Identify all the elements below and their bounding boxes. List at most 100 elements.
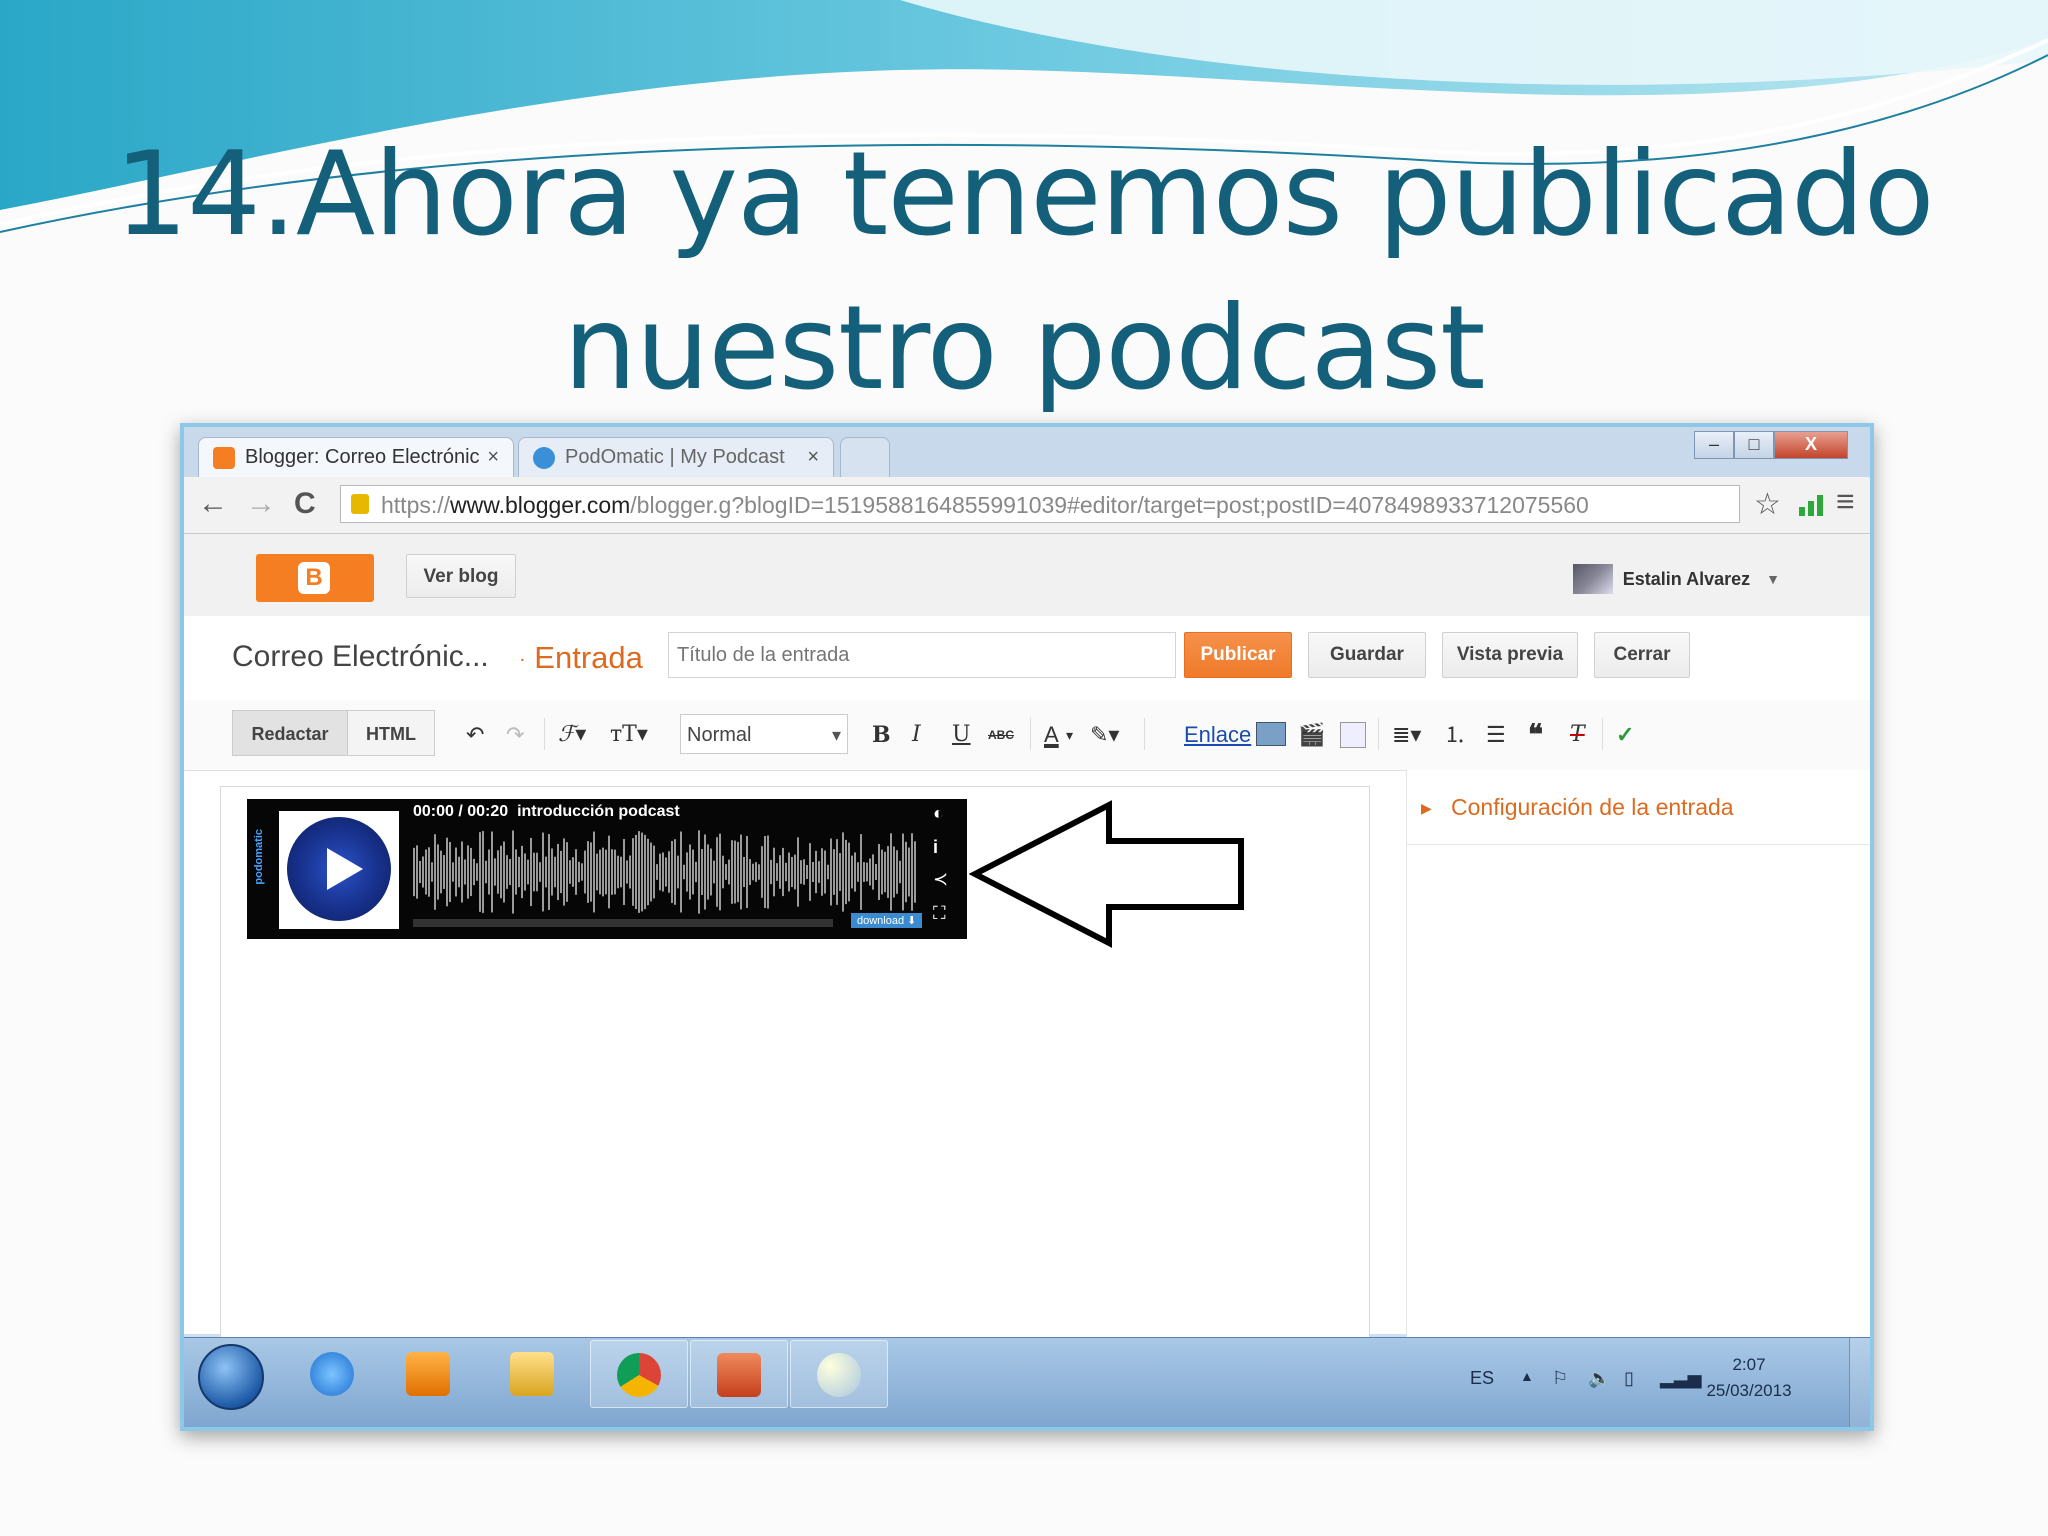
waveform-bar: [473, 858, 475, 886]
divider: [1378, 718, 1379, 750]
blog-name[interactable]: Correo Electrónic...: [232, 640, 489, 674]
tab-blogger[interactable]: Blogger: Correo Electrónic ×: [198, 437, 514, 477]
maximize-button[interactable]: □: [1734, 431, 1774, 459]
waveform-bar: [488, 849, 490, 895]
explorer-taskbar-item[interactable]: [484, 1340, 580, 1406]
bold-button[interactable]: B: [872, 722, 891, 748]
view-blog-button[interactable]: Ver blog: [406, 554, 516, 598]
close-tab-icon[interactable]: ×: [487, 446, 499, 469]
insert-jump-break-icon[interactable]: [1340, 722, 1366, 748]
close-window-button[interactable]: X: [1774, 431, 1848, 459]
media-player-icon: [406, 1352, 450, 1396]
show-hidden-icons-icon[interactable]: ▲: [1520, 1368, 1534, 1384]
powerpoint-taskbar-item[interactable]: [690, 1340, 788, 1408]
chrome-icon: [617, 1353, 661, 1397]
forward-button[interactable]: →: [246, 487, 276, 521]
reload-button[interactable]: C: [294, 487, 316, 521]
html-mode-button[interactable]: HTML: [347, 710, 435, 756]
spellcheck-icon[interactable]: ✓: [1616, 722, 1634, 748]
bulleted-list-icon[interactable]: ☰: [1486, 722, 1506, 748]
italic-button[interactable]: I: [912, 722, 921, 748]
progress-bar[interactable]: [413, 919, 833, 927]
highlight-color-icon[interactable]: ✎▾: [1090, 722, 1119, 748]
remove-format-icon[interactable]: T: [1570, 722, 1585, 748]
action-center-flag-icon[interactable]: ⚐: [1552, 1368, 1568, 1389]
quote-icon[interactable]: ❝: [1528, 721, 1543, 749]
waveform-bar: [713, 860, 715, 884]
waveform-bar: [425, 849, 427, 895]
numbered-list-icon[interactable]: ⒈: [1444, 722, 1466, 748]
new-tab-button[interactable]: [840, 437, 890, 477]
blogger-logo[interactable]: B: [256, 554, 374, 602]
waveform-bar: [536, 852, 538, 892]
share-icon[interactable]: ≺: [933, 869, 948, 890]
fullscreen-icon[interactable]: ⛶: [933, 903, 946, 924]
font-family-icon[interactable]: ℱ▾: [558, 722, 586, 748]
waveform-bar: [599, 849, 601, 895]
publish-button[interactable]: Publicar: [1184, 632, 1292, 678]
post-editor[interactable]: podomatic 00:00 / 00:20 introducción pod…: [220, 786, 1370, 1338]
close-tab-icon[interactable]: ×: [807, 446, 819, 469]
bookmark-star-icon[interactable]: ☆: [1754, 487, 1781, 522]
waveform-bar: [731, 840, 733, 904]
undo-icon[interactable]: ↶: [466, 722, 484, 748]
internet-explorer-taskbar-item[interactable]: [284, 1340, 380, 1406]
post-title-input[interactable]: [668, 632, 1176, 678]
waveform-bar: [491, 831, 493, 913]
show-desktop-button[interactable]: [1849, 1338, 1870, 1427]
waveform-bar: [770, 859, 772, 885]
waveform-bar: [686, 852, 688, 892]
waveform-bar: [893, 846, 895, 898]
clock[interactable]: 2:07 25/03/2013: [1704, 1352, 1794, 1404]
player-time: 00:00 / 00:20: [413, 803, 509, 820]
insert-image-icon[interactable]: [1256, 722, 1286, 746]
minimize-button[interactable]: –: [1694, 431, 1734, 459]
user-menu[interactable]: Estalin Alvarez ▼: [1572, 564, 1780, 594]
close-button[interactable]: Cerrar: [1594, 632, 1690, 678]
waveform-bar: [485, 860, 487, 884]
underline-button[interactable]: U: [952, 722, 971, 748]
waveform-bar: [695, 861, 697, 883]
waveform-bar: [434, 834, 436, 910]
signal-extension-icon[interactable]: [1798, 493, 1824, 517]
save-button[interactable]: Guardar: [1308, 632, 1426, 678]
address-bar[interactable]: https://www.blogger.com/blogger.g?blogID…: [340, 485, 1740, 523]
insert-video-icon[interactable]: 🎬: [1298, 722, 1325, 748]
waveform-bar: [581, 863, 583, 881]
paint-taskbar-item[interactable]: [790, 1340, 888, 1408]
compose-mode-button[interactable]: Redactar: [232, 710, 348, 756]
media-player-taskbar-item[interactable]: [380, 1340, 476, 1406]
font-size-icon[interactable]: тT▾: [610, 722, 648, 748]
network-signal-icon[interactable]: ▂▃▅: [1660, 1368, 1702, 1389]
waveform-bar: [497, 850, 499, 894]
browser-menu-icon[interactable]: ≡: [1836, 483, 1855, 520]
text-color-button[interactable]: A: [1044, 722, 1059, 748]
blogger-icon: [213, 446, 235, 469]
waveform[interactable]: [413, 829, 917, 915]
back-button[interactable]: ←: [198, 487, 228, 521]
waveform-bar: [461, 841, 463, 903]
tab-podomatic[interactable]: PodOmatic | My Podcast ×: [518, 437, 834, 477]
waveform-bar: [443, 855, 445, 889]
waveform-bar: [860, 834, 862, 910]
volume-tray-icon[interactable]: 🔈: [1588, 1368, 1610, 1389]
start-button[interactable]: [198, 1344, 264, 1410]
info-icon[interactable]: i: [933, 837, 938, 858]
play-button[interactable]: [287, 817, 391, 921]
redo-icon[interactable]: ↷: [506, 722, 524, 748]
link-button[interactable]: Enlace: [1184, 722, 1251, 748]
waveform-bar: [854, 852, 856, 892]
preview-button[interactable]: Vista previa: [1442, 632, 1578, 678]
paragraph-style-select[interactable]: Normal: [680, 714, 848, 755]
align-icon[interactable]: ≣▾: [1392, 722, 1421, 748]
language-indicator[interactable]: ES: [1470, 1368, 1494, 1389]
volume-icon[interactable]: ◐: [933, 803, 944, 824]
chevron-down-icon[interactable]: ▾: [1066, 722, 1073, 748]
download-button[interactable]: download ⬇: [851, 913, 923, 928]
waveform-bar: [446, 837, 448, 907]
chrome-taskbar-item[interactable]: [590, 1340, 688, 1408]
power-icon[interactable]: ▯: [1624, 1368, 1634, 1389]
strikethrough-button[interactable]: ABC: [988, 722, 1014, 748]
waveform-bar: [833, 849, 835, 895]
post-settings-header[interactable]: ▶ Configuración de la entrada: [1407, 770, 1870, 845]
